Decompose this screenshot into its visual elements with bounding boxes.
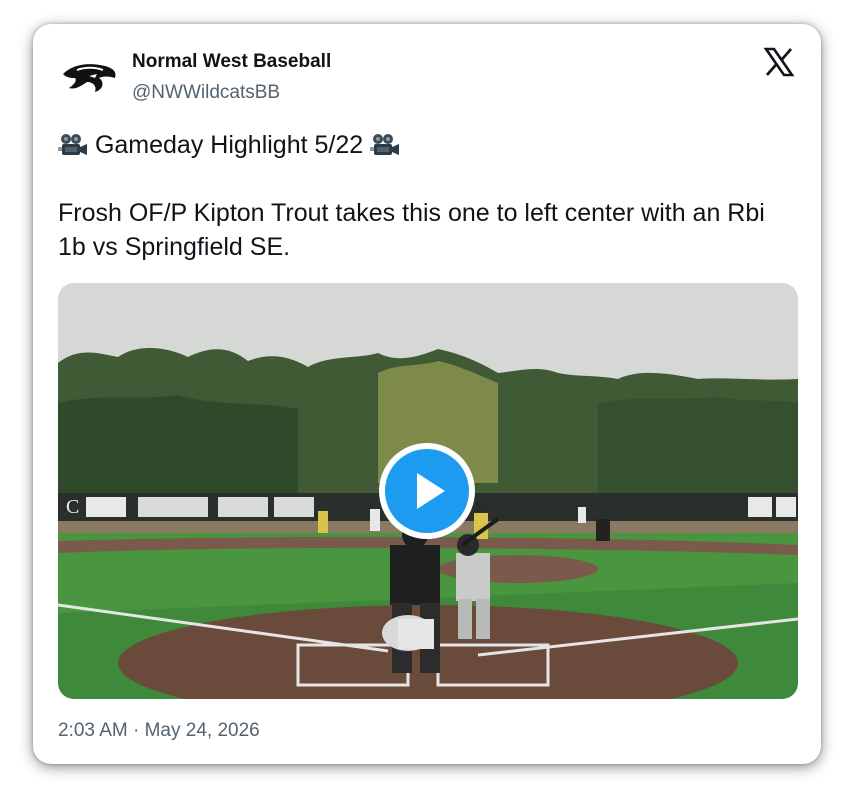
author-handle[interactable]: @NWWildcatsBB — [132, 82, 280, 104]
play-icon[interactable] — [385, 449, 469, 533]
x-logo-icon[interactable] — [763, 46, 795, 78]
movie-camera-icon — [58, 132, 88, 156]
svg-text:C: C — [66, 496, 79, 518]
video-player[interactable]: C — [58, 283, 798, 699]
tweet-text: Gameday Highlight 5/22 Frosh OF/P Kipton… — [58, 128, 798, 264]
wildcat-logo-icon[interactable] — [59, 52, 121, 102]
tweet-timestamp[interactable]: 2:03 AM · May 24, 2026 — [58, 720, 260, 742]
play-button[interactable] — [379, 443, 475, 539]
movie-camera-icon — [370, 132, 400, 156]
author-name[interactable]: Normal West Baseball — [132, 51, 331, 73]
tweet-card: Normal West Baseball @NWWildcatsBB Gamed… — [33, 24, 821, 764]
tweet-title: Gameday Highlight 5/22 — [94, 131, 364, 159]
tweet-body: Frosh OF/P Kipton Trout takes this one t… — [58, 199, 765, 261]
tweet-title-line: Gameday Highlight 5/22 — [58, 128, 798, 162]
